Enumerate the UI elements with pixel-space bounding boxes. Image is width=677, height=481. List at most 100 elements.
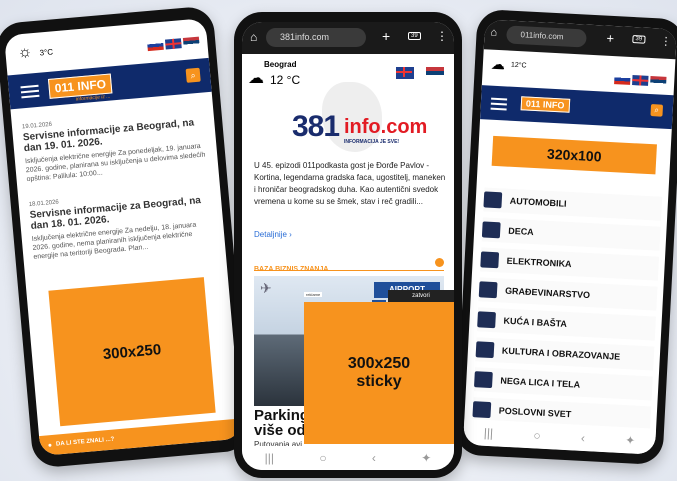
center-phone: ⌂ 381info.com + 39 ⋮ Beograd ☁ 12 °C 381… [234,12,462,478]
site-logo[interactable]: 011 INFO informacije iz ... [47,73,113,104]
search-button[interactable]: ⌕ [185,67,201,83]
crane-icon [478,281,498,299]
ad-320x100[interactable]: 320x100 [491,135,657,175]
children-icon [481,221,501,239]
section-title: BAZA BIZNIS ZNANJA [254,266,329,273]
address-bar[interactable]: 011info.com [506,25,587,48]
ad-300x250-sticky[interactable]: 300x250 sticky [304,302,454,444]
category-label: KUĆA I BAŠTA [503,315,568,329]
language-flags [612,70,667,91]
ad-300x250[interactable]: 300x250 [48,277,216,427]
flag-ru-icon[interactable] [147,39,164,51]
article-item[interactable]: 19.01.2026 Servisne informacije za Beogr… [22,108,211,184]
new-tab-icon[interactable]: + [382,28,390,44]
logo-domain: info.com [344,116,428,138]
flag-rs-icon[interactable] [650,75,667,87]
right-phone-screen: ⌂ 011info.com + 39 ⋮ ☁ 12°C 011 INFO ⌕ 3… [462,19,677,455]
did-you-know-link: DA LI STE ZNALI ...? [55,436,115,448]
logo-main: 381 [292,110,340,143]
ad-label: 300x250 [102,340,162,363]
logo-tagline: INFORMACIJA JE SVE! [344,139,400,145]
menu-icon[interactable] [20,82,40,102]
article-headline[interactable]: Parking više od [254,408,309,438]
android-nav-bar: ||| ○ ‹ ✦ [242,446,454,470]
weather-temp: 3°C [39,47,54,58]
browser-toolbar: ⌂ 381info.com + 39 ⋮ [242,22,454,54]
category-nega-lica[interactable]: NEGA LICA I TELA [473,367,653,401]
more-menu-icon[interactable]: ⋮ [436,29,448,43]
face-icon [474,371,493,389]
section-arrow-icon[interactable] [435,258,444,267]
back-icon[interactable]: ‹ [372,451,376,465]
article-item[interactable]: 18.01.2026 Servisne informacije za Beogr… [29,186,218,262]
category-label: AUTOMOBILI [509,195,567,209]
category-label: DECA [507,225,534,238]
category-label: NEGA LICA I TELA [500,375,581,390]
category-label: ELEKTRONIKA [506,255,572,270]
cloud-icon: ☁ [248,70,264,87]
language-flags [394,64,444,82]
category-gradjevinarstvo[interactable]: GRAĐEVINARSTVO [478,277,658,311]
house-icon [477,311,496,329]
sticky-close-button[interactable]: zatvori [388,290,454,302]
address-bar[interactable]: 381info.com [266,28,366,47]
menu-icon[interactable] [490,95,508,114]
home-nav-icon[interactable]: ○ [533,428,541,442]
book-icon [475,341,495,359]
cloud-icon: ☁ [490,55,506,73]
recents-icon[interactable]: ||| [483,426,493,440]
handshake-icon [472,401,492,419]
weather-temp: 12°C [510,61,527,70]
tabs-count[interactable]: 39 [632,35,646,44]
url-text: 011info.com [520,30,564,42]
sun-cloud-icon: ☼ [16,43,33,62]
site-logo[interactable]: 381 info.com INFORMACIJA JE SVE! [292,82,427,156]
left-phone: ☼ 3°C 011 INFO informacije iz ... ⌕ 19.0… [0,5,252,469]
flag-rs-icon[interactable] [426,66,444,79]
flag-uk-icon[interactable] [632,74,649,86]
new-tab-icon[interactable]: + [606,31,614,46]
more-menu-icon[interactable]: ⋮ [660,34,672,48]
search-icon: ⌕ [190,70,197,81]
category-deca[interactable]: DECA [481,217,661,251]
category-kuca-i-basta[interactable]: KUĆA I BAŠTA [476,307,656,341]
url-text: 381info.com [280,32,330,42]
search-button[interactable]: ⌕ [650,104,664,117]
site-logo[interactable]: 011 INFO [520,96,570,113]
airplane-icon: ✈ [260,280,272,296]
recents-icon[interactable]: ||| [265,451,274,465]
tv-icon [480,251,500,269]
flag-rs-icon[interactable] [182,36,200,48]
category-label: KULTURA I OBRAZOVANJE [501,345,621,362]
weather-temp: 12 °C [270,73,301,87]
category-label: GRAĐEVINARSTVO [504,285,591,301]
right-phone: ⌂ 011info.com + 39 ⋮ ☁ 12°C 011 INFO ⌕ 3… [454,8,677,466]
section-header: BAZA BIZNIS ZNANJA [254,258,444,273]
home-nav-icon[interactable]: ○ [319,451,326,465]
home-icon[interactable]: ⌂ [250,30,257,44]
info-icon: ● [47,441,53,449]
language-flags [145,33,200,56]
accessibility-icon[interactable]: ✦ [421,451,431,465]
intro-text: U 45. epizodi 011podkasta gost je Đorđe … [254,161,446,206]
category-label: POSLOVNI SVET [498,405,572,420]
flag-uk-icon[interactable] [164,37,182,50]
details-link[interactable]: Detaljnije › [254,230,292,239]
left-phone-screen: ☼ 3°C 011 INFO informacije iz ... ⌕ 19.0… [3,18,243,456]
home-icon[interactable]: ⌂ [490,27,497,39]
ad-label-line2: sticky [356,373,402,390]
accessibility-icon[interactable]: ✦ [625,433,636,448]
back-icon[interactable]: ‹ [581,431,586,445]
sticky-ad-container: reklame zatvori 300x250 sticky [304,290,454,444]
category-elektronika[interactable]: ELEKTRONIKA [480,247,660,281]
category-automobili[interactable]: AUTOMOBILI [483,187,663,221]
ad-label-line1: 300x250 [347,355,411,372]
tabs-count[interactable]: 39 [408,32,421,40]
flag-uk-icon[interactable] [395,66,414,79]
car-icon [483,191,503,209]
category-kultura[interactable]: KULTURA I OBRAZOVANJE [475,337,655,371]
sticky-ad-small-label: reklame [304,292,323,297]
search-icon: ⌕ [654,105,660,115]
flag-ru-icon[interactable] [614,73,631,85]
center-phone-screen: ⌂ 381info.com + 39 ⋮ Beograd ☁ 12 °C 381… [242,22,454,470]
